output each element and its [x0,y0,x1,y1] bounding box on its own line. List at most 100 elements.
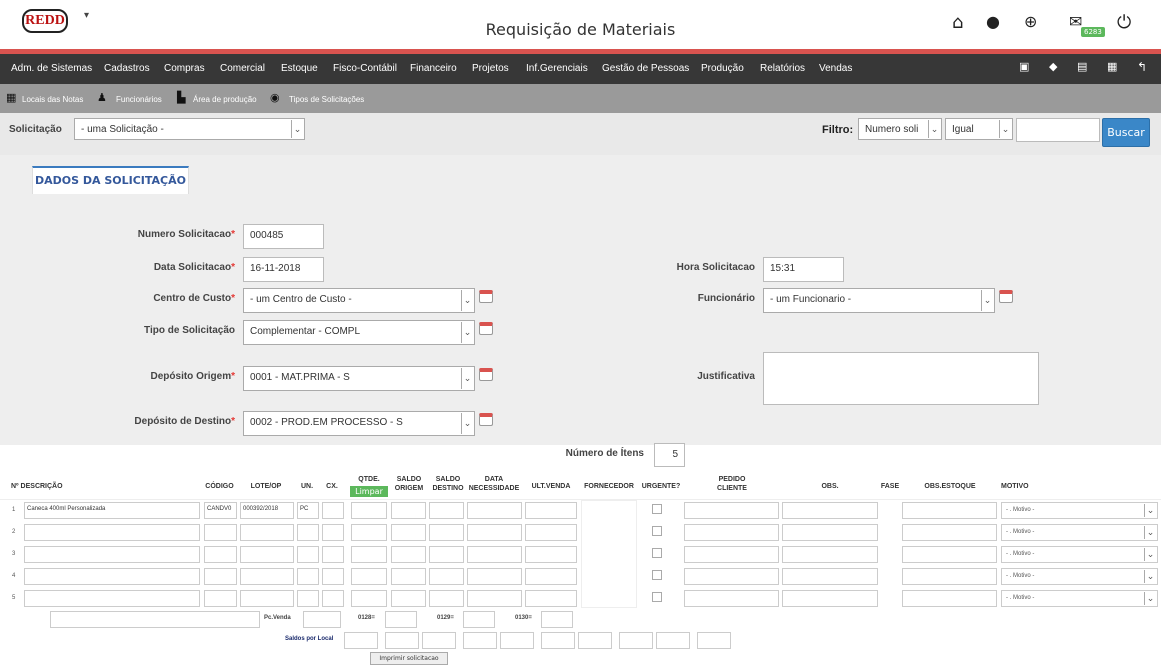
imprimir-solicitacao-button[interactable]: Imprimir solicitacao [370,652,448,665]
codigo-input[interactable] [204,590,237,607]
descricao-input[interactable] [24,568,200,585]
saldo-local-box[interactable] [422,632,456,649]
calendar-icon[interactable] [479,322,493,335]
buscar-button[interactable]: Buscar [1102,118,1150,147]
qtde-input[interactable] [351,524,387,541]
obs-estoque-input[interactable] [902,546,997,563]
lote-input[interactable] [240,590,294,607]
power-icon[interactable]: ⏻ [1117,12,1131,33]
filtro-field-select[interactable]: Numero soli ⌄ [858,118,942,140]
deposito-origem-select[interactable]: 0001 - MAT.PRIMA - S ⌄ [243,366,475,391]
cx-input[interactable] [322,546,344,563]
cx-input[interactable] [322,568,344,585]
codigo-input[interactable] [204,568,237,585]
un-input[interactable]: PC [297,502,319,519]
limpar-button[interactable]: Limpar [350,486,388,497]
pedido-cliente-input[interactable] [684,568,779,585]
calendar-icon[interactable] [479,368,493,381]
menu-projetos[interactable]: Projetos [472,63,509,74]
local-0129-input[interactable] [463,611,495,628]
descricao-input[interactable] [24,590,200,607]
tipo-solicitacao-select[interactable]: Complementar - COMPL ⌄ [243,320,475,345]
motivo-select[interactable]: - . Motivo - ⌄ [1001,502,1158,519]
lote-input[interactable] [240,524,294,541]
menu-estoque[interactable]: Estoque [281,63,318,74]
home-icon[interactable]: ⌂ [952,12,963,33]
saldo-destino-input[interactable] [429,502,464,519]
obs-input[interactable] [782,502,878,519]
saldo-local-box[interactable] [619,632,653,649]
cx-input[interactable] [322,502,344,519]
eraser-icon[interactable]: ◆ [1049,60,1057,73]
obs-input[interactable] [782,590,878,607]
centro-custo-select[interactable]: - um Centro de Custo - ⌄ [243,288,475,313]
obs-estoque-input[interactable] [902,502,997,519]
codigo-input[interactable] [204,524,237,541]
numero-input[interactable]: 000485 [243,224,324,249]
motivo-select[interactable]: - . Motivo - ⌄ [1001,590,1158,607]
numero-itens-input[interactable]: 5 [654,443,685,467]
lote-input[interactable] [240,568,294,585]
saldo-local-box[interactable] [500,632,534,649]
local-0128-input[interactable] [385,611,417,628]
saldo-local-box[interactable] [697,632,731,649]
obs-estoque-input[interactable] [902,524,997,541]
help-lifebuoy-icon[interactable]: ⊕ [1024,12,1037,31]
obs-input[interactable] [782,568,878,585]
ult-venda-input[interactable] [525,502,577,519]
saldo-local-box[interactable] [578,632,612,649]
menu-cadastros[interactable]: Cadastros [104,63,150,74]
saldo-origem-input[interactable] [391,590,426,607]
cx-input[interactable] [322,590,344,607]
menu-relatorios[interactable]: Relatórios [760,63,805,74]
saldo-local-box[interactable] [541,632,575,649]
ult-venda-input[interactable] [525,590,577,607]
descricao-input[interactable] [24,546,200,563]
descricao-input[interactable]: Caneca 400ml Personalizada [24,502,200,519]
obs-estoque-input[interactable] [902,590,997,607]
menu-inf-gerenciais[interactable]: Inf.Gerenciais [526,63,588,74]
obs-input[interactable] [782,524,878,541]
pedido-cliente-input[interactable] [684,502,779,519]
pedido-cliente-input[interactable] [684,546,779,563]
link-funcionarios[interactable]: Funcionários [116,95,162,104]
saldo-local-box[interactable] [463,632,497,649]
pedido-cliente-input[interactable] [684,524,779,541]
back-arrow-icon[interactable]: ↰ [1137,60,1147,74]
lote-input[interactable] [240,546,294,563]
saldo-destino-input[interactable] [429,568,464,585]
motivo-select[interactable]: - . Motivo - ⌄ [1001,546,1158,563]
urgente-checkbox[interactable] [652,526,662,536]
un-input[interactable] [297,568,319,585]
saldo-local-box[interactable] [344,632,378,649]
urgente-checkbox[interactable] [652,570,662,580]
saldo-destino-input[interactable] [429,546,464,563]
data-necessidade-input[interactable] [467,568,522,585]
motivo-select[interactable]: - . Motivo - ⌄ [1001,524,1158,541]
menu-comercial[interactable]: Comercial [220,63,265,74]
menu-vendas[interactable]: Vendas [819,63,852,74]
footer-description-input[interactable] [50,611,260,628]
urgente-checkbox[interactable] [652,504,662,514]
qtde-input[interactable] [351,590,387,607]
un-input[interactable] [297,546,319,563]
saldo-origem-input[interactable] [391,546,426,563]
saldo-origem-input[interactable] [391,568,426,585]
pc-venda-input[interactable] [303,611,341,628]
un-input[interactable] [297,590,319,607]
un-input[interactable] [297,524,319,541]
list-icon[interactable]: ▤ [1077,60,1087,73]
menu-fisco-contabil[interactable]: Fisco-Contábil [333,63,397,74]
solicitacao-select[interactable]: - uma Solicitação - ⌄ [74,118,305,140]
data-necessidade-input[interactable] [467,546,522,563]
deposito-destino-select[interactable]: 0002 - PROD.EM PROCESSO - S ⌄ [243,411,475,436]
tab-dados-solicitacao[interactable]: DADOS DA SOLICITAÇÃO [32,166,189,194]
menu-adm-sistemas[interactable]: Adm. de Sistemas [11,63,92,74]
grid-icon[interactable]: ▦ [1107,60,1117,73]
funcionario-select[interactable]: - um Funcionario - ⌄ [763,288,995,313]
menu-compras[interactable]: Compras [164,63,205,74]
urgente-checkbox[interactable] [652,592,662,602]
obs-estoque-input[interactable] [902,568,997,585]
data-necessidade-input[interactable] [467,590,522,607]
descricao-input[interactable] [24,524,200,541]
